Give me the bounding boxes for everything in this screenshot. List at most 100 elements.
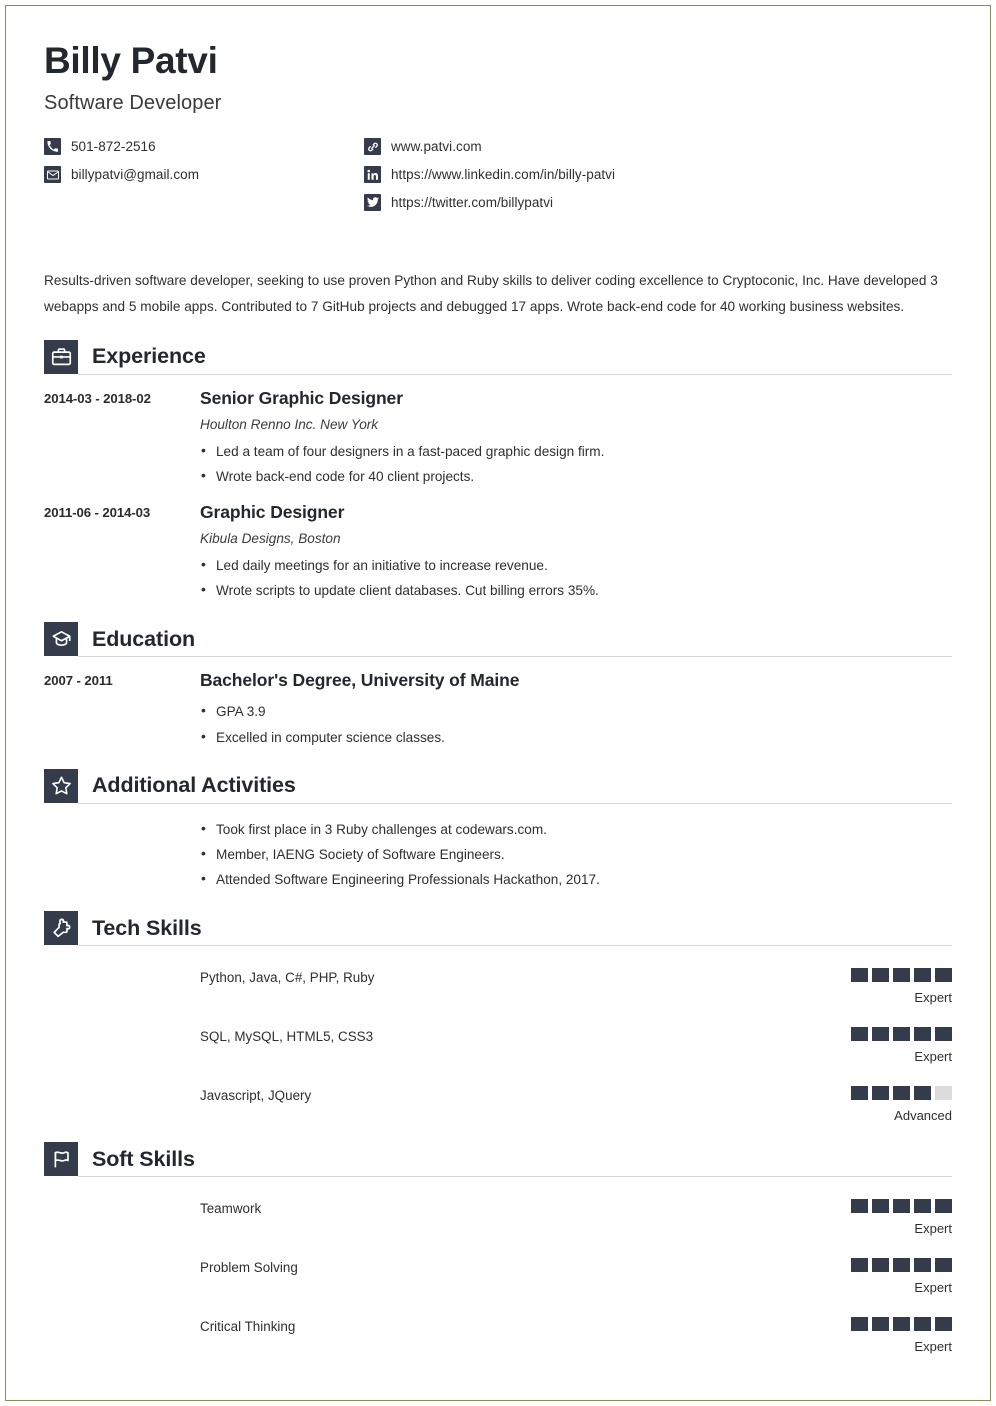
experience-bullets: Led daily meetings for an initiative to … xyxy=(200,552,952,603)
list-item: Excelled in computer science classes. xyxy=(200,724,952,750)
professional-summary: Results-driven software developer, seeki… xyxy=(44,272,938,315)
experience-date: 2011-06 - 2014-03 xyxy=(44,505,151,521)
soft-skill-level: Expert xyxy=(914,1280,952,1296)
twitter-icon xyxy=(364,194,381,212)
section-divider xyxy=(78,945,952,947)
list-item: Member, IAENG Society of Software Engine… xyxy=(200,841,952,867)
soft-skill-level: Expert xyxy=(914,1221,952,1237)
tech-skill-name: Javascript, JQuery xyxy=(200,1088,312,1104)
soft-skill-rating: Expert xyxy=(832,1199,952,1236)
rating-dot-filled xyxy=(872,1027,889,1042)
rating-dot-filled xyxy=(893,968,910,983)
rating-dot-empty xyxy=(935,1086,952,1101)
section-divider xyxy=(78,373,952,375)
rating-dots xyxy=(851,1027,952,1042)
list-item: Took first place in 3 Ruby challenges at… xyxy=(200,816,952,842)
section-title-activities: Additional Activities xyxy=(92,773,296,798)
list-item: Wrote scripts to update client databases… xyxy=(200,577,952,603)
section-soft-skills: Soft Skills Teamwork Expert Problem Solv… xyxy=(44,1141,952,1354)
education-body: Bachelor's Degree, University of Maine G… xyxy=(200,670,952,749)
rating-dot-filled xyxy=(851,1317,868,1332)
puzzle-icon xyxy=(44,911,78,946)
section-divider xyxy=(78,656,952,658)
section-title-soft-skills: Soft Skills xyxy=(92,1146,195,1171)
list-item: Led daily meetings for an initiative to … xyxy=(200,552,952,578)
flag-icon xyxy=(44,1142,78,1177)
experience-date: 2014-03 - 2018-02 xyxy=(44,390,151,406)
education-degree: Bachelor's Degree, University of Maine xyxy=(200,670,520,691)
rating-dot-filled xyxy=(914,968,931,983)
contact-twitter-text: https://twitter.com/billypatvi xyxy=(391,195,554,211)
rating-dot-filled xyxy=(935,1258,952,1273)
rating-dot-filled xyxy=(851,1086,868,1101)
experience-entry: 2014-03 - 2018-02 Senior Graphic Designe… xyxy=(44,388,952,489)
contact-linkedin-text: https://www.linkedin.com/in/billy-patvi xyxy=(391,167,616,183)
rating-dot-filled xyxy=(872,1317,889,1332)
resume-page: Billy Patvi Software Developer 501-872-2… xyxy=(5,5,991,1401)
resume-content: Billy Patvi Software Developer 501-872-2… xyxy=(6,6,990,1354)
experience-body: Graphic Designer Kibula Designs, Boston … xyxy=(200,502,952,603)
section-divider xyxy=(78,1176,952,1178)
rating-dots xyxy=(851,1317,952,1332)
rating-dot-filled xyxy=(914,1199,931,1214)
contact-twitter[interactable]: https://twitter.com/billypatvi xyxy=(364,193,615,213)
contact-phone-text: 501-872-2516 xyxy=(71,139,156,155)
rating-dot-filled xyxy=(914,1258,931,1273)
rating-dots xyxy=(851,968,952,983)
graduation-cap-icon xyxy=(44,622,78,657)
rating-dot-filled xyxy=(893,1199,910,1214)
rating-dot-filled xyxy=(935,1027,952,1042)
contact-email-text: billypatvi@gmail.com xyxy=(71,167,199,183)
soft-skill-name: Teamwork xyxy=(200,1201,262,1217)
tech-skill-level: Expert xyxy=(914,990,952,1006)
resume-header: Billy Patvi Software Developer 501-872-2… xyxy=(44,41,952,213)
rating-dot-filled xyxy=(914,1027,931,1042)
contact-website[interactable]: www.patvi.com xyxy=(364,137,615,157)
section-header-tech-skills: Tech Skills xyxy=(44,910,952,947)
rating-dots xyxy=(851,1199,952,1214)
list-item: Attended Software Engineering Profession… xyxy=(200,866,952,892)
rating-dot-filled xyxy=(893,1317,910,1332)
tech-skill-name: Python, Java, C#, PHP, Ruby xyxy=(200,970,375,986)
experience-body: Senior Graphic Designer Houlton Renno In… xyxy=(200,388,952,489)
rating-dot-filled xyxy=(914,1086,931,1101)
soft-skill-level: Expert xyxy=(914,1339,952,1355)
contact-linkedin[interactable]: https://www.linkedin.com/in/billy-patvi xyxy=(364,165,615,185)
soft-skill-row: Teamwork Expert xyxy=(44,1199,952,1236)
contact-column-left: 501-872-2516 billypatvi@gmail.com xyxy=(44,137,364,213)
list-item: GPA 3.9 xyxy=(200,698,952,724)
rating-dot-filled xyxy=(872,1258,889,1273)
contact-email[interactable]: billypatvi@gmail.com xyxy=(44,165,364,185)
rating-dot-filled xyxy=(935,1199,952,1214)
section-education: Education 2007 - 2011 Bachelor's Degree,… xyxy=(44,621,952,750)
soft-skill-name: Problem Solving xyxy=(200,1260,298,1276)
education-date: 2007 - 2011 xyxy=(44,673,113,689)
tech-skill-rating: Advanced xyxy=(832,1086,952,1123)
education-entry: 2007 - 2011 Bachelor's Degree, Universit… xyxy=(44,670,952,749)
education-bullets: GPA 3.9 Excelled in computer science cla… xyxy=(200,698,952,750)
rating-dot-filled xyxy=(851,1199,868,1214)
activities-entry: Took first place in 3 Ruby challenges at… xyxy=(44,816,952,892)
contact-phone[interactable]: 501-872-2516 xyxy=(44,137,364,157)
experience-bullets: Led a team of four designers in a fast-p… xyxy=(200,438,952,489)
list-item: Wrote back-end code for 40 client projec… xyxy=(200,463,952,489)
section-header-experience: Experience xyxy=(44,339,952,375)
rating-dot-filled xyxy=(935,1317,952,1332)
rating-dots xyxy=(851,1086,952,1101)
rating-dots xyxy=(851,1258,952,1273)
section-additional-activities: Additional Activities Took first place i… xyxy=(44,768,952,892)
rating-dot-filled xyxy=(851,1258,868,1273)
soft-skill-rating: Expert xyxy=(832,1317,952,1354)
experience-entry: 2011-06 - 2014-03 Graphic Designer Kibul… xyxy=(44,502,952,603)
rating-dot-filled xyxy=(851,1027,868,1042)
rating-dot-filled xyxy=(914,1317,931,1332)
activities-date-spacer xyxy=(44,817,200,892)
list-item: Led a team of four designers in a fast-p… xyxy=(200,438,952,464)
tech-skill-rating: Expert xyxy=(832,968,952,1005)
rating-dot-filled xyxy=(893,1027,910,1042)
contact-column-right: www.patvi.com https://www.linkedin.com/i… xyxy=(364,137,615,213)
section-experience: Experience 2014-03 - 2018-02 Senior Grap… xyxy=(44,339,952,604)
contact-website-text: www.patvi.com xyxy=(391,139,482,155)
rating-dot-filled xyxy=(893,1086,910,1101)
section-tech-skills: Tech Skills Python, Java, C#, PHP, Ruby … xyxy=(44,910,952,1123)
